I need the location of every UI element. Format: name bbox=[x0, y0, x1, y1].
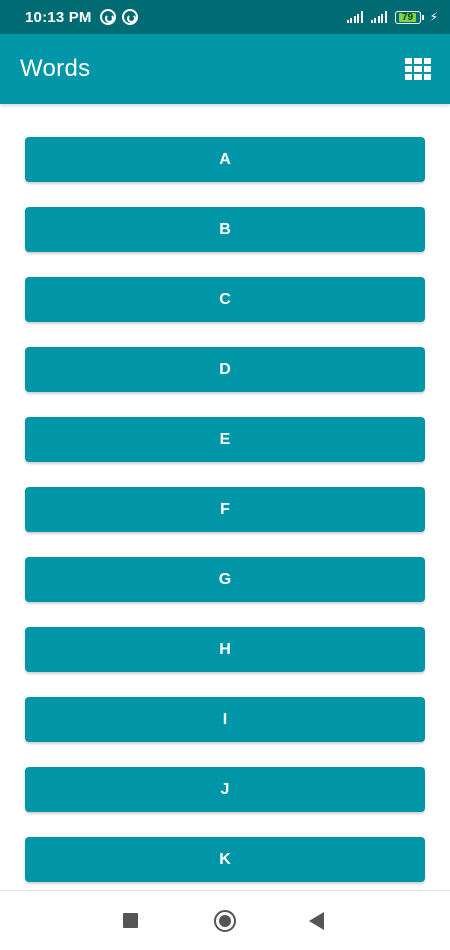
battery-icon: 79 bbox=[394, 10, 424, 24]
letter-button-c[interactable]: C bbox=[25, 277, 425, 322]
recents-square-icon[interactable] bbox=[123, 913, 138, 928]
letter-button-d[interactable]: D bbox=[25, 347, 425, 392]
letter-button-i[interactable]: I bbox=[25, 697, 425, 742]
letter-button-a[interactable]: A bbox=[25, 137, 425, 182]
battery-level: 79 bbox=[399, 12, 417, 22]
signal-icon bbox=[346, 11, 365, 23]
notification-icon bbox=[121, 9, 138, 25]
status-time: 10:13 PM bbox=[25, 8, 92, 26]
app-bar: Words bbox=[0, 34, 450, 104]
letter-button-f[interactable]: F bbox=[25, 487, 425, 532]
letter-button-g[interactable]: G bbox=[25, 557, 425, 602]
status-indicators: 79 ⚡ bbox=[346, 10, 438, 24]
charging-icon: ⚡ bbox=[429, 10, 438, 24]
navigation-bar bbox=[0, 890, 450, 950]
signal-icon bbox=[370, 11, 389, 23]
letter-button-e[interactable]: E bbox=[25, 417, 425, 462]
letter-list: ABCDEFGHIJK bbox=[25, 137, 425, 882]
page-title: Words bbox=[20, 55, 91, 82]
status-bar: 10:13 PM 79 ⚡ bbox=[0, 0, 450, 34]
home-circle-icon[interactable] bbox=[214, 910, 236, 932]
letter-button-k[interactable]: K bbox=[25, 837, 425, 882]
back-triangle-icon[interactable] bbox=[309, 912, 324, 930]
phone-screen: 10:13 PM 79 ⚡ Words ABCDEFGHIJK bbox=[0, 0, 450, 950]
grid-icon[interactable] bbox=[405, 58, 431, 80]
notification-icons bbox=[99, 9, 138, 25]
letter-button-j[interactable]: J bbox=[25, 767, 425, 812]
notification-icon bbox=[99, 9, 116, 25]
letter-button-h[interactable]: H bbox=[25, 627, 425, 672]
letter-button-b[interactable]: B bbox=[25, 207, 425, 252]
